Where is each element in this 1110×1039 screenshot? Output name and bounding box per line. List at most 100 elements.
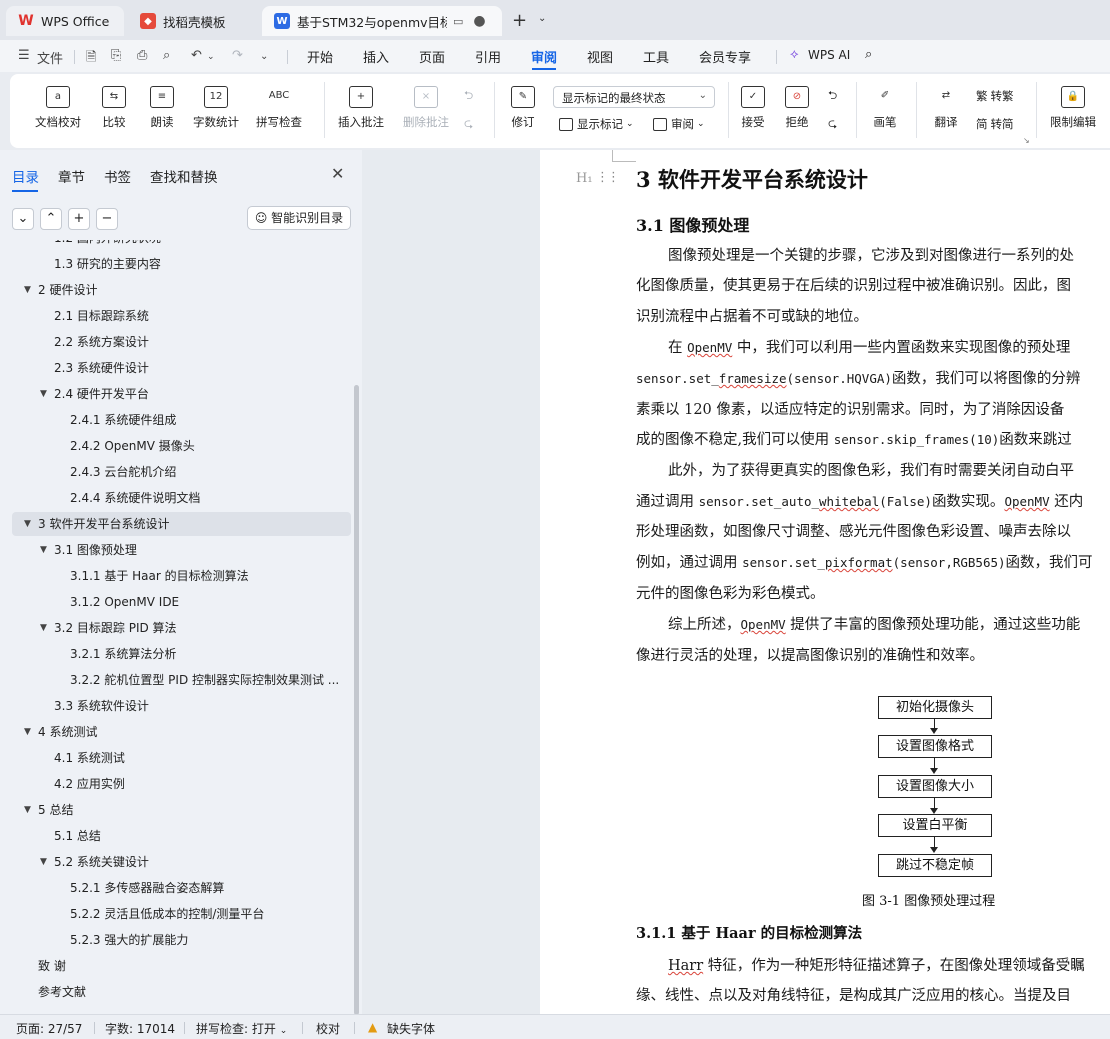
tab-toc[interactable]: 目录 xyxy=(12,166,39,186)
tab-wps-office[interactable]: W WPS Office xyxy=(6,6,124,36)
new-tab-chevron-down-icon[interactable]: ⌄ xyxy=(538,13,546,24)
expand-corner-icon[interactable]: ↘ xyxy=(1023,136,1030,145)
toc-item[interactable]: ▼ 4 系统测试 xyxy=(0,720,352,744)
toc-item[interactable]: 1.2 国内外研究状况 xyxy=(0,240,352,250)
toc-item[interactable]: 2.2 系统方案设计 xyxy=(0,330,352,354)
toc-item[interactable]: 5.2.1 多传感器融合姿态解算 xyxy=(0,876,352,900)
insert-comment-button[interactable]: + 插入批注 xyxy=(332,86,390,130)
word-count-indicator[interactable]: 字数: 17014 xyxy=(105,1020,175,1037)
tab-template[interactable]: ◆ 找稻壳模板 xyxy=(128,6,260,36)
heading-marker-icon[interactable]: H₁ xyxy=(576,171,593,186)
drag-handle-icon[interactable]: ⋮⋮ xyxy=(596,170,620,185)
expand-triangle-icon[interactable]: ▼ xyxy=(24,720,31,744)
wps-ai-logo-icon[interactable]: ⟡ xyxy=(790,47,799,62)
translate-button[interactable]: ⇄ 翻译 xyxy=(922,86,970,130)
add-heading-plus-icon[interactable]: + xyxy=(68,208,90,230)
quick-access-chevron-down-icon[interactable]: ⌄ xyxy=(260,51,268,62)
pen-button[interactable]: ✐ 画笔 xyxy=(866,86,904,130)
previous-change-icon[interactable]: ⮌ xyxy=(828,88,837,107)
missing-font-status[interactable]: 缺失字体 xyxy=(387,1020,435,1037)
undo-icon[interactable]: ↶ xyxy=(191,48,202,63)
menu-reference[interactable]: 引用 xyxy=(475,47,501,66)
compare-button[interactable]: ⇆ 比较 xyxy=(94,86,134,130)
previous-comment-icon[interactable]: ⮌ xyxy=(464,88,473,107)
page-indicator[interactable]: 页面: 27/57 xyxy=(16,1020,82,1037)
revise-button[interactable]: ✎ 修订 xyxy=(502,86,544,130)
toc-item[interactable]: 3.2.2 舵机位置型 PID 控制器实际控制效果测试 ... xyxy=(0,668,352,692)
search-icon[interactable]: ⌕ xyxy=(865,47,872,62)
menu-member[interactable]: 会员专享 xyxy=(699,47,751,66)
toc-item[interactable]: 3.1.2 OpenMV IDE xyxy=(0,590,352,614)
toc-item[interactable]: 2.4.1 系统硬件组成 xyxy=(0,408,352,432)
restrict-edit-button[interactable]: 🔒 限制编辑 xyxy=(1044,86,1102,130)
tab-bookmarks[interactable]: 书签 xyxy=(104,166,131,186)
print-preview-icon[interactable]: ⌕ xyxy=(163,48,170,63)
reject-button[interactable]: ⊘ 拒绝 xyxy=(778,86,816,130)
toc-item[interactable]: ▼ 2 硬件设计 xyxy=(0,278,352,302)
toc-item[interactable]: 4.2 应用实例 xyxy=(0,772,352,796)
toc-item[interactable]: 2.1 目标跟踪系统 xyxy=(0,304,352,328)
hamburger-menu-icon[interactable]: ☰ xyxy=(18,48,30,63)
toc-item[interactable]: 2.4.3 云台舵机介绍 xyxy=(0,460,352,484)
toc-item[interactable]: 4.1 系统测试 xyxy=(0,746,352,770)
toc-item[interactable]: 5.2.3 强大的扩展能力 xyxy=(0,928,352,952)
menu-tools[interactable]: 工具 xyxy=(643,47,669,66)
toc-item[interactable]: ▼ 2.4 硬件开发平台 xyxy=(0,382,352,406)
smart-toc-button[interactable]: ☺ 智能识别目录 xyxy=(247,206,351,230)
redo-icon[interactable]: ↷ xyxy=(232,48,243,63)
toc-item[interactable]: 致 谢 xyxy=(0,954,352,978)
toc-item[interactable]: 2.4.2 OpenMV 摄像头 xyxy=(0,434,352,458)
toc-item[interactable]: 3.1.1 基于 Haar 的目标检测算法 xyxy=(0,564,352,588)
toc-item[interactable]: 5.2.2 灵活且低成本的控制/测量平台 xyxy=(0,902,352,926)
expand-triangle-icon[interactable]: ▼ xyxy=(40,616,47,640)
accept-button[interactable]: ✓ 接受 xyxy=(734,86,772,130)
tab-find-replace[interactable]: 查找和替换 xyxy=(150,166,218,186)
to-simplified-button[interactable]: 简 转简 xyxy=(976,116,1014,132)
next-change-icon[interactable]: ⮎ xyxy=(828,116,837,135)
toc-item[interactable]: 参考文献 xyxy=(0,980,352,1004)
tab-sections[interactable]: 章节 xyxy=(58,166,85,186)
toc-item[interactable]: 2.4.4 系统硬件说明文档 xyxy=(0,486,352,510)
undo-dropdown-icon[interactable]: ⌄ xyxy=(207,52,215,62)
next-comment-icon[interactable]: ⮎ xyxy=(464,116,473,135)
expand-triangle-icon[interactable]: ▼ xyxy=(40,538,47,562)
toc-item[interactable]: ▼ 3.2 目标跟踪 PID 算法 xyxy=(0,616,352,640)
unsaved-dot-icon[interactable]: ● xyxy=(473,13,485,29)
export-pdf-icon[interactable]: ⎘ xyxy=(111,48,121,63)
menu-page[interactable]: 页面 xyxy=(419,47,445,66)
spell-check-button[interactable]: ABC 拼写检查 xyxy=(248,86,310,130)
menu-review[interactable]: 审阅 xyxy=(531,47,557,66)
new-tab-plus-icon[interactable]: + xyxy=(512,10,527,31)
menu-wps-ai[interactable]: WPS AI xyxy=(808,48,850,62)
show-markup-button[interactable]: 显示标记 ⌄ xyxy=(559,116,634,132)
close-panel-icon[interactable]: ✕ xyxy=(331,164,344,183)
expand-triangle-icon[interactable]: ▼ xyxy=(24,278,31,302)
doc-check-button[interactable]: a 文档校对 xyxy=(28,86,88,130)
document-page[interactable]: H₁ ⋮⋮ 3 软件开发平台系统设计 3.1 图像预处理 图像预处理是一个关键的… xyxy=(540,150,1110,1014)
toc-item[interactable]: 3.3 系统软件设计 xyxy=(0,694,352,718)
toc-item[interactable]: ▼ 3 软件开发平台系统设计 xyxy=(12,512,351,536)
menu-insert[interactable]: 插入 xyxy=(363,47,389,66)
proofread-status[interactable]: 校对 xyxy=(316,1020,340,1037)
toc-item[interactable]: 1.3 研究的主要内容 xyxy=(0,252,352,276)
print-icon[interactable]: ⎙ xyxy=(137,48,147,63)
menu-start[interactable]: 开始 xyxy=(307,47,333,66)
toc-item[interactable]: 2.3 系统硬件设计 xyxy=(0,356,352,380)
toc-item[interactable]: ▼ 5 总结 xyxy=(0,798,352,822)
expand-down-chevron-icon[interactable]: ⌄ xyxy=(12,208,34,230)
monitor-icon[interactable]: ▭ xyxy=(453,15,463,28)
tab-document[interactable]: W 基于STM32与openmv目标跟 ▭ ● xyxy=(262,6,502,36)
remove-heading-minus-icon[interactable]: − xyxy=(96,208,118,230)
expand-triangle-icon[interactable]: ▼ xyxy=(24,798,31,822)
menu-file[interactable]: 文件 xyxy=(37,48,63,67)
menu-view[interactable]: 视图 xyxy=(587,47,613,66)
to-traditional-button[interactable]: 繁 转繁 xyxy=(976,88,1014,104)
review-pane-button[interactable]: 审阅 ⌄ xyxy=(653,116,705,132)
collapse-up-chevron-icon[interactable]: ⌃ xyxy=(40,208,62,230)
delete-comment-button[interactable]: × 删除批注 xyxy=(394,86,458,130)
toc-item[interactable]: 5.1 总结 xyxy=(0,824,352,848)
expand-triangle-icon[interactable]: ▼ xyxy=(40,850,47,874)
spell-check-status[interactable]: 拼写检查: 打开 ⌄ xyxy=(196,1020,287,1037)
expand-triangle-icon[interactable]: ▼ xyxy=(24,512,31,536)
expand-triangle-icon[interactable]: ▼ xyxy=(40,382,47,406)
